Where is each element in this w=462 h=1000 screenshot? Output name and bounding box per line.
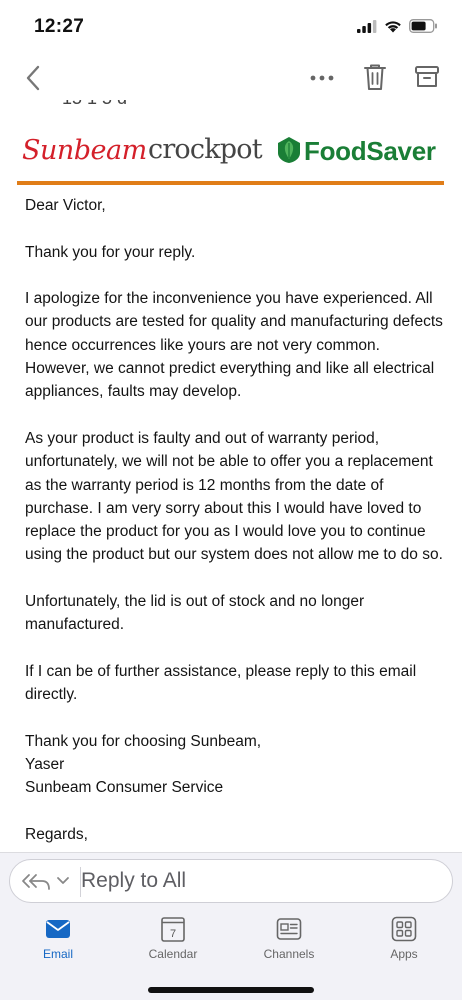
status-bar: 12:27 (0, 0, 462, 54)
email-body: 15 1 5 d Sunbeam crockpot FoodSaver Dear… (0, 100, 462, 852)
tab-label: Email (42, 947, 73, 961)
chevron-down-icon (57, 877, 69, 884)
body-paragraph: If I can be of further assistance, pleas… (25, 662, 417, 704)
tab-bar: Email 7 Calendar Channels Apps (0, 913, 462, 975)
apps-icon (391, 916, 417, 942)
sunbeam-logo: Sunbeam (22, 135, 147, 166)
tab-calendar[interactable]: 7 Calendar (133, 913, 213, 973)
tab-label: Apps (390, 947, 418, 961)
cropped-header-text: 15 1 5 d (62, 100, 127, 109)
greeting: Dear Victor, (25, 197, 106, 214)
foodsaver-leaf-icon (278, 137, 300, 163)
cellular-signal-icon (357, 19, 377, 33)
signature: Thank you for choosing Sunbeam, Yaser Su… (25, 732, 262, 797)
status-time: 12:27 (34, 16, 85, 37)
home-indicator (148, 987, 314, 993)
closing: Regards, (25, 826, 88, 844)
crockpot-logo: crockpot (148, 134, 263, 165)
email-message: Dear Victor, Thank you for your reply. I… (25, 194, 445, 852)
body-paragraph: I apologize for the inconvenience you ha… (25, 290, 443, 401)
tab-label: Channels (263, 947, 315, 961)
tab-channels[interactable]: Channels (249, 913, 329, 973)
battery-icon (409, 19, 437, 33)
reply-all-label: Reply to All (81, 869, 187, 892)
tab-email[interactable]: Email (18, 913, 98, 973)
trash-icon[interactable] (362, 62, 388, 92)
bottom-bar: Reply to All Email 7 Calendar Channels A… (0, 852, 462, 1000)
calendar-icon: 7 (161, 917, 185, 942)
tab-apps[interactable]: Apps (364, 913, 444, 973)
body-paragraph: As your product is faulty and out of war… (25, 429, 443, 564)
wifi-icon (385, 21, 401, 33)
back-chevron-icon[interactable] (22, 64, 44, 92)
mail-icon (46, 920, 70, 938)
svg-text:7: 7 (170, 928, 176, 940)
tab-label: Calendar (148, 947, 198, 961)
reply-all-icon (22, 874, 50, 890)
brand-divider (17, 181, 444, 185)
nav-bar (0, 56, 462, 100)
channels-icon (276, 918, 302, 940)
archive-icon[interactable] (413, 63, 441, 91)
more-options-icon[interactable] (308, 68, 336, 88)
reply-all-field[interactable]: Reply to All (9, 859, 453, 903)
reply-options-button[interactable] (20, 870, 70, 892)
body-paragraph: Thank you for your reply. (25, 243, 196, 261)
foodsaver-logo: FoodSaver (304, 136, 436, 166)
body-paragraph: Unfortunately, the lid is out of stock a… (25, 593, 365, 634)
brand-logo-row: Sunbeam crockpot FoodSaver (0, 130, 462, 176)
status-icons (357, 19, 438, 33)
